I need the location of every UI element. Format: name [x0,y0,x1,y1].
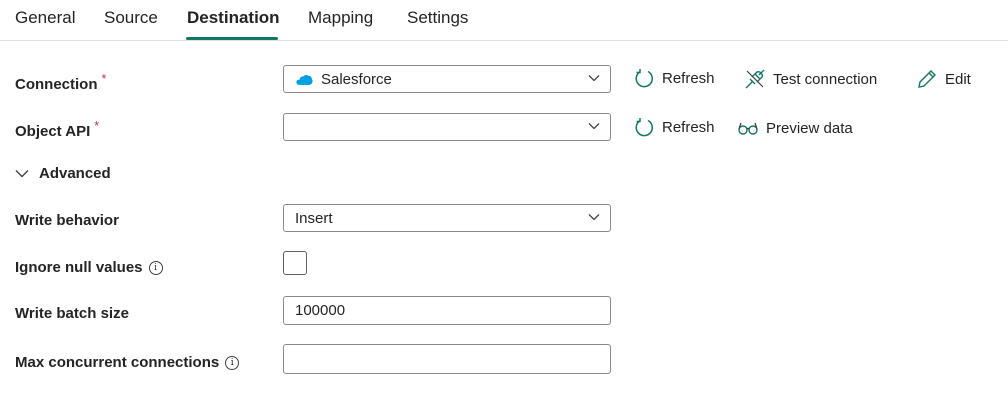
test-connection-button[interactable]: Test connection [744,68,877,90]
plug-connection-icon [745,69,765,89]
write-batch-size-input[interactable]: 100000 [283,296,611,325]
info-icon[interactable]: i [148,261,163,275]
connection-refresh-button[interactable]: Refresh [634,68,715,89]
write-behavior-dropdown[interactable]: Insert [283,204,611,232]
advanced-label: Advanced [39,165,111,182]
info-icon[interactable]: i [225,356,240,370]
write-behavior-label: Write behavior [15,212,119,229]
tab-destination[interactable]: Destination [187,8,280,28]
chevron-down-icon [15,170,29,178]
ignore-null-label-text: Ignore null values [15,259,143,276]
test-connection-label: Test connection [773,70,878,88]
tab-mapping[interactable]: Mapping [308,8,373,28]
required-marker: * [94,119,100,133]
refresh-label: Refresh [662,70,715,87]
object-api-label-text: Object API [15,123,91,140]
connection-label: Connection * [15,72,106,93]
tab-bar: General Source Destination Mapping Setti… [0,0,1008,41]
chevron-down-icon [588,75,600,82]
connection-value: Salesforce [321,71,392,88]
tab-general[interactable]: General [15,8,75,28]
write-batch-size-label: Write batch size [15,305,129,322]
object-api-refresh-button[interactable]: Refresh [634,117,715,138]
tab-settings[interactable]: Settings [407,8,468,28]
pencil-icon [918,70,936,88]
required-marker: * [101,72,107,86]
salesforce-cloud-icon [296,73,313,91]
tab-source[interactable]: Source [104,8,158,28]
object-api-label: Object API * [15,119,99,140]
edit-connection-button[interactable]: Edit [916,68,971,90]
write-batch-size-value: 100000 [295,302,346,319]
write-behavior-value: Insert [295,210,333,227]
ignore-null-label: Ignore null values i [15,259,163,276]
max-concurrent-label: Max concurrent connections i [15,354,240,371]
glasses-icon [738,122,758,135]
object-api-dropdown[interactable] [283,113,611,141]
preview-data-button[interactable]: Preview data [737,118,853,138]
connection-dropdown[interactable]: Salesforce [283,65,611,93]
max-concurrent-input[interactable] [283,344,611,374]
active-tab-indicator [186,37,278,40]
edit-label: Edit [945,70,971,88]
chevron-down-icon [588,123,600,130]
refresh-icon [635,118,653,137]
refresh-label: Refresh [662,119,715,136]
preview-data-label: Preview data [766,119,853,137]
max-concurrent-label-text: Max concurrent connections [15,354,220,371]
ignore-null-checkbox[interactable] [283,251,307,275]
connection-label-text: Connection [15,76,98,93]
chevron-down-icon [588,214,600,221]
advanced-section-toggle[interactable]: Advanced [15,165,111,182]
refresh-icon [635,69,653,88]
